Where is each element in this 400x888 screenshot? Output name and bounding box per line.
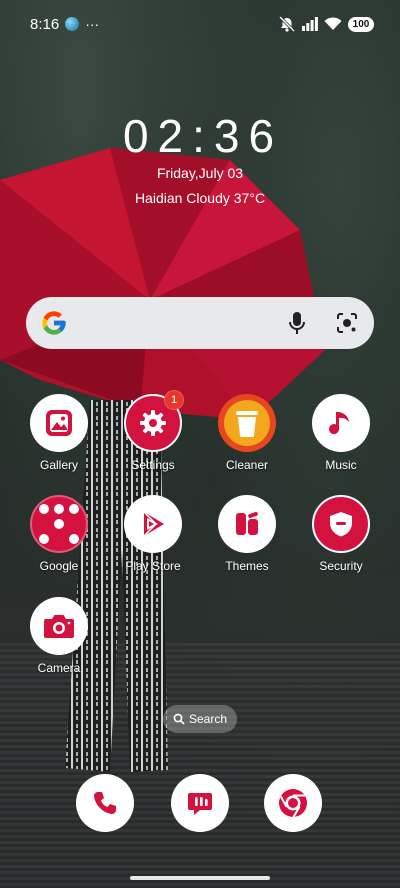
home-search-label: Search bbox=[188, 712, 228, 726]
app-label: Themes bbox=[225, 559, 269, 573]
globe-icon bbox=[65, 17, 80, 31]
app-label: Play Store bbox=[125, 559, 181, 573]
chrome-icon[interactable] bbox=[264, 774, 322, 832]
app-security[interactable]: Security bbox=[296, 495, 386, 573]
google-logo-icon bbox=[42, 311, 66, 335]
shield-icon[interactable] bbox=[312, 495, 370, 553]
play-store-icon[interactable] bbox=[124, 495, 182, 553]
clock-time[interactable]: 02:36 bbox=[0, 108, 400, 164]
app-label: Security bbox=[319, 559, 363, 573]
app-label: Settings bbox=[131, 458, 175, 472]
clock-date: Friday,July 03 bbox=[156, 165, 244, 181]
gesture-nav-handle[interactable] bbox=[130, 876, 270, 880]
themes-icon[interactable] bbox=[218, 495, 276, 553]
microphone-icon[interactable] bbox=[284, 310, 310, 336]
app-themes[interactable]: Themes bbox=[202, 495, 292, 573]
mute-icon bbox=[278, 16, 296, 32]
status-right: 100 bbox=[278, 16, 374, 32]
folder-icon[interactable] bbox=[30, 495, 88, 553]
gallery-icon[interactable] bbox=[30, 394, 88, 452]
signal-icon bbox=[302, 17, 318, 31]
app-label: Music bbox=[325, 458, 357, 472]
app-cleaner[interactable]: Cleaner bbox=[202, 394, 292, 472]
home-search-button[interactable]: Search bbox=[163, 705, 237, 733]
app-camera[interactable]: Camera bbox=[14, 597, 104, 675]
app-label: Camera bbox=[37, 661, 81, 675]
wifi-icon bbox=[324, 17, 342, 30]
camera-icon[interactable] bbox=[30, 597, 88, 655]
gear-icon[interactable]: 1 bbox=[124, 390, 184, 452]
app-music[interactable]: Music bbox=[296, 394, 386, 472]
search-icon bbox=[173, 713, 185, 725]
app-label: Google bbox=[39, 559, 79, 573]
app-settings[interactable]: 1 Settings bbox=[108, 390, 198, 472]
app-gallery[interactable]: Gallery bbox=[14, 394, 104, 472]
overflow-dots: ··· bbox=[85, 16, 100, 32]
status-time: 8:16 bbox=[30, 15, 60, 33]
app-label: Gallery bbox=[39, 458, 78, 472]
music-note-icon[interactable] bbox=[312, 394, 370, 452]
lens-icon[interactable] bbox=[334, 310, 360, 336]
google-search-bar[interactable] bbox=[26, 297, 374, 349]
messages-icon[interactable] bbox=[171, 774, 229, 832]
app-label: Cleaner bbox=[225, 458, 269, 472]
clock-widget[interactable]: 02:36 Friday,July 03 Haidian Cloudy 37°C bbox=[0, 108, 400, 207]
battery-icon: 100 bbox=[348, 16, 374, 32]
notification-badge: 1 bbox=[164, 390, 184, 410]
status-bar: 8:16 ··· 100 bbox=[0, 0, 400, 48]
status-left: 8:16 ··· bbox=[30, 16, 99, 33]
clock-weather[interactable]: Haidian Cloudy 37°C bbox=[0, 189, 400, 207]
trash-icon[interactable] bbox=[218, 394, 276, 452]
folder-preview bbox=[36, 501, 82, 547]
app-play-store[interactable]: Play Store bbox=[108, 495, 198, 573]
app-google-folder[interactable]: Google bbox=[14, 495, 104, 573]
phone-icon[interactable] bbox=[76, 774, 134, 832]
